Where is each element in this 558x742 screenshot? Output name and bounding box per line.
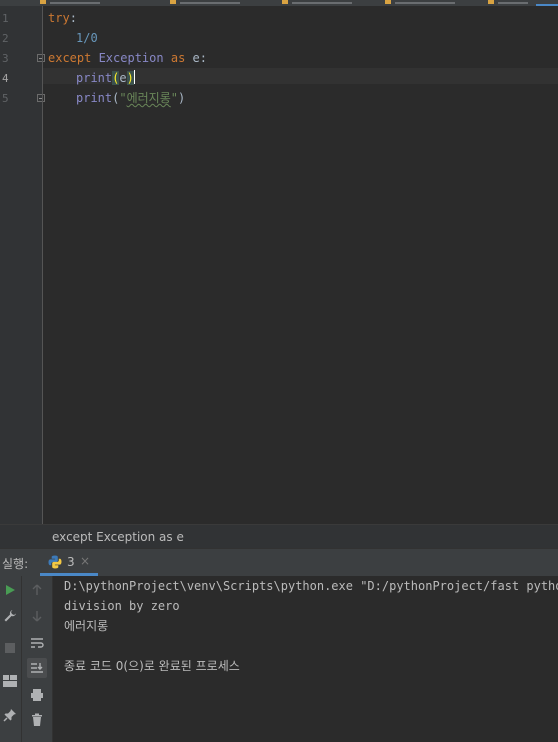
python-file-icon <box>282 0 288 4</box>
print-call: print <box>76 71 113 85</box>
layout-icon[interactable] <box>1 672 19 690</box>
run-toolbar-secondary <box>22 576 53 742</box>
string-literal: 에러지롱 <box>126 91 171 105</box>
arrow-down-icon[interactable] <box>28 607 46 625</box>
print-call: print <box>76 91 113 105</box>
run-console: D:\pythonProject\venv\Scripts\python.exe… <box>0 576 558 742</box>
string-quote: " <box>119 91 127 105</box>
run-panel-label: 실행: <box>2 557 29 571</box>
trash-icon[interactable] <box>28 711 46 729</box>
run-panel-header: 실행: 3 × <box>0 548 558 576</box>
text-caret <box>133 70 135 84</box>
run-icon[interactable] <box>1 581 19 599</box>
wrench-icon[interactable] <box>1 607 19 625</box>
code-line-1: try: <box>48 10 77 26</box>
print-icon[interactable] <box>28 686 46 704</box>
console-output-line: D:\pythonProject\venv\Scripts\python.exe… <box>64 579 558 593</box>
code-line-4: print(e) <box>76 70 135 86</box>
python-file-icon <box>40 0 46 4</box>
keyword-except: except <box>48 51 92 65</box>
soft-wrap-icon[interactable] <box>28 634 46 652</box>
console-output-line: 종료 코드 0(으)로 완료된 프로세스 <box>64 659 240 673</box>
run-tab[interactable]: 3 × <box>40 549 98 576</box>
print-arg: e <box>119 71 127 85</box>
python-icon <box>48 555 62 569</box>
scroll-to-end-icon[interactable] <box>27 658 47 678</box>
line-number: 1 <box>2 12 9 25</box>
run-toolbar-primary <box>0 576 22 742</box>
breadcrumb-item[interactable]: except Exception as e <box>52 530 184 544</box>
console-output-line: 에러지롱 <box>64 619 109 633</box>
code-editor[interactable]: 1 2 3 4 5 try: 1/0 except Exception as e… <box>0 6 558 524</box>
line-number: 2 <box>2 32 9 45</box>
code-line-5: print("에러지롱") <box>76 90 185 106</box>
fold-marker-icon[interactable] <box>37 54 45 62</box>
close-icon[interactable]: × <box>80 554 90 568</box>
string-quote: " <box>170 91 178 105</box>
exception-var: e: <box>185 51 207 65</box>
run-tab-label: 3 <box>67 555 75 569</box>
arrow-up-icon[interactable] <box>28 581 46 599</box>
close-paren: ) <box>126 71 134 85</box>
line-number: 3 <box>2 52 9 65</box>
keyword-try: try <box>48 11 70 25</box>
stop-icon[interactable] <box>1 639 19 657</box>
code-line-2: 1/0 <box>76 30 98 46</box>
pin-icon[interactable] <box>1 706 19 724</box>
close-paren: ) <box>178 91 186 105</box>
keyword-as: as <box>170 51 186 65</box>
console-output-line: division by zero <box>64 599 180 613</box>
colon: : <box>69 11 77 25</box>
line-number-gutter: 1 2 3 4 5 <box>0 6 45 524</box>
breadcrumb[interactable]: except Exception as e <box>0 524 558 548</box>
python-file-icon <box>385 0 391 4</box>
number-expression: 1/0 <box>76 31 98 45</box>
line-number: 5 <box>2 92 9 105</box>
line-number: 4 <box>2 72 9 85</box>
fold-marker-icon[interactable] <box>37 94 45 102</box>
python-file-icon <box>170 0 176 4</box>
exception-class: Exception <box>91 51 171 65</box>
code-line-3: except Exception as e: <box>48 50 207 66</box>
python-file-icon <box>488 0 494 4</box>
